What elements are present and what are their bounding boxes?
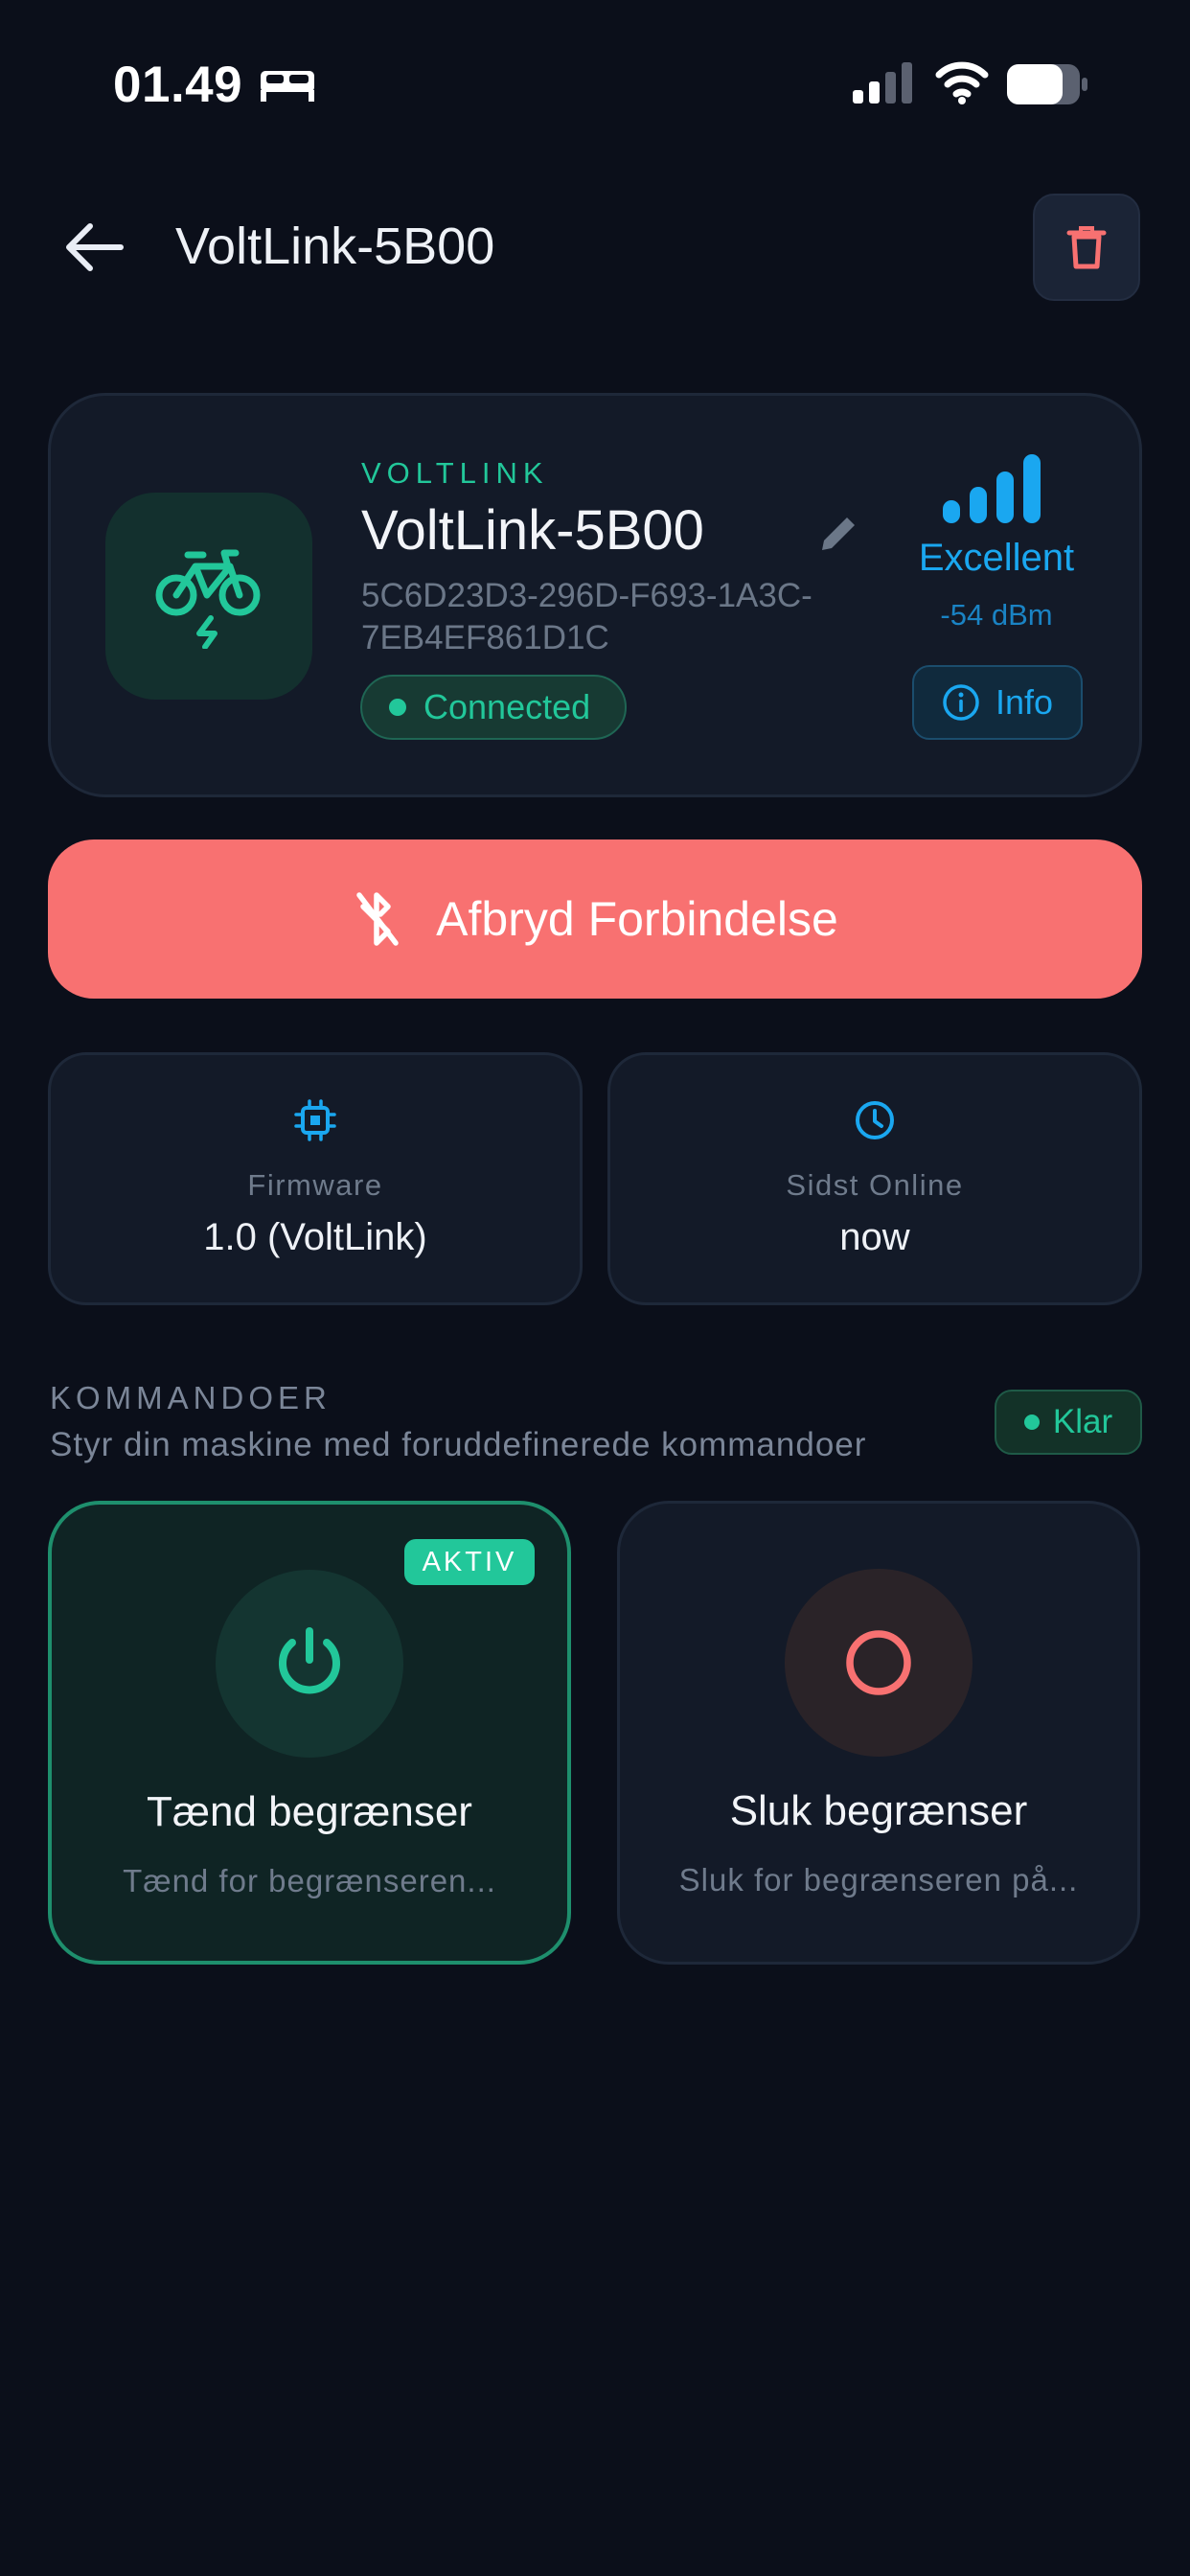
connection-status-badge: Connected [360,675,627,740]
firmware-label: Firmware [247,1168,383,1202]
command-card-enable-limiter[interactable]: AKTIV Tænd begrænser Tænd for begrænsere… [48,1501,571,1965]
page-title: VoltLink-5B00 [175,218,495,275]
bluetooth-off-icon [356,892,399,946]
command-description: Sluk for begrænseren på... [678,1862,1079,1898]
last-online-label: Sidst Online [786,1168,964,1202]
command-name: Tænd begrænser [147,1788,472,1835]
electric-bike-icon [155,549,261,649]
command-card-disable-limiter[interactable]: Sluk begrænser Sluk for begrænseren på..… [617,1501,1140,1965]
power-icon [279,1627,340,1694]
device-brand: VOLTLINK [361,456,549,490]
firmware-card: Firmware 1.0 (VoltLink) [48,1052,583,1305]
command-description: Tænd for begrænseren... [123,1863,496,1898]
firmware-value: 1.0 (VoltLink) [203,1216,427,1258]
signal-strength-icon [943,454,1041,523]
active-badge: AKTIV [404,1539,535,1585]
disconnect-button[interactable]: Afbryd Forbindelse [48,840,1142,999]
status-time: 01.49 [113,57,243,113]
signal-quality-label: Excellent [918,537,1075,579]
connection-status-label: Connected [423,687,591,726]
commands-status-badge: Klar [995,1390,1142,1455]
info-label: Info [995,682,1054,722]
commands-subtitle: Styr din maskine med foruddefinerede kom… [50,1426,867,1463]
status-dot [1023,1414,1040,1430]
circle-icon [846,1630,911,1695]
device-avatar [105,493,312,700]
device-name: VoltLink-5B00 [361,499,704,562]
last-online-card: Sidst Online now [607,1052,1142,1305]
commands-status-label: Klar [1052,1403,1113,1440]
commands-title: KOMMANDOER [50,1380,332,1415]
edit-name-pencil-icon[interactable] [816,512,860,556]
cellular-signal-icon [853,62,912,104]
status-dot [389,699,406,716]
wifi-icon [935,61,989,104]
delete-device-button[interactable] [1033,194,1140,301]
info-icon [943,684,979,721]
signal-dbm: -54 dBm [940,598,1053,632]
command-name: Sluk begrænser [729,1787,1028,1834]
trash-icon [1066,226,1107,269]
info-button[interactable]: Info [912,665,1083,740]
clock-icon [856,1101,894,1139]
device-uuid: 5C6D23D3-296D-F693-1A3C-7EB4EF861D1C [361,577,812,656]
battery-icon [1007,64,1087,104]
disconnect-label: Afbryd Forbindelse [436,892,838,946]
last-online-value: now [839,1216,910,1258]
chip-icon [294,1099,336,1141]
bed-icon [261,71,314,102]
back-arrow-icon[interactable] [61,218,128,276]
